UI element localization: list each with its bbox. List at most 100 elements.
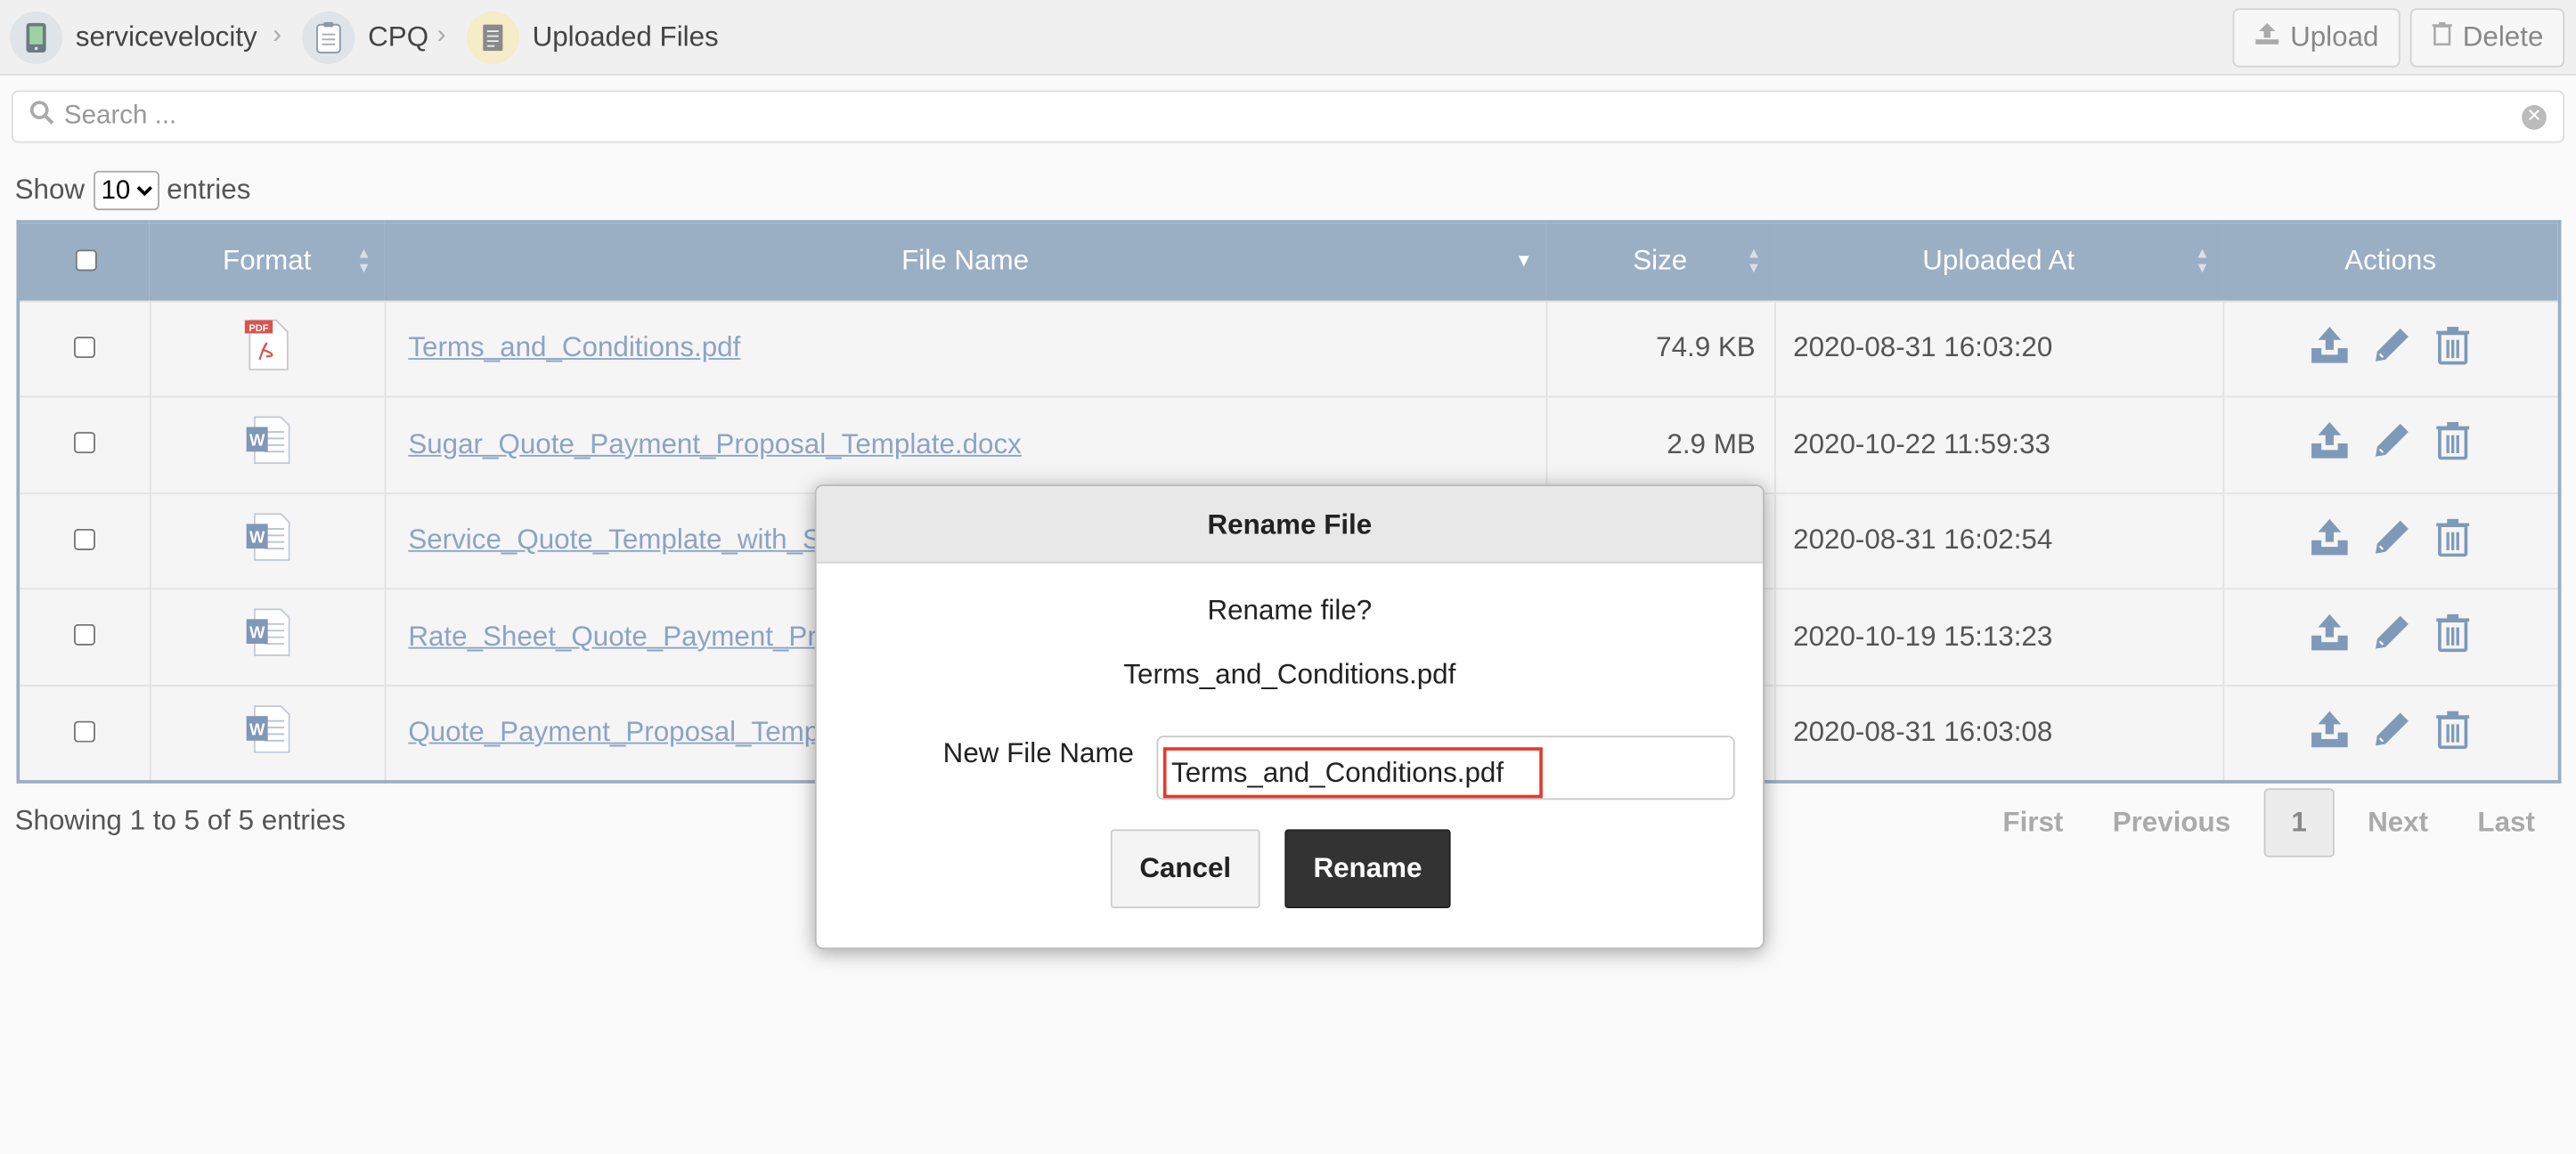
edit-pencil-icon[interactable] [2373,709,2412,748]
search-icon [29,101,54,134]
actions-cell [2222,685,2559,781]
edit-pencil-icon[interactable] [2373,613,2412,652]
app-shell: servicevelocity › CPQ › Uploaded Files U… [0,0,2576,1153]
uploaded-at: 2020-08-31 16:03:08 [1773,685,2224,782]
column-actions: Actions [2222,222,2559,301]
upload-button[interactable]: Upload [2232,8,2401,68]
top-bar: servicevelocity › CPQ › Uploaded Files U… [0,0,2576,76]
delete-label: Delete [2462,20,2544,53]
row-checkbox[interactable] [74,624,96,646]
actions-cell [2222,492,2559,589]
column-label: Format [223,245,312,277]
search-input[interactable]: Search ... [64,102,176,131]
sort-desc-icon: ▼ [1514,251,1533,272]
upload-icon[interactable] [2311,325,2350,364]
clipboard-icon [302,11,355,64]
edit-pencil-icon[interactable] [2373,517,2412,557]
column-size[interactable]: Size ▲ ▼ [1546,222,1774,301]
upload-icon[interactable] [2311,421,2350,460]
delete-trash-icon[interactable] [2435,613,2472,653]
rename-button[interactable]: Rename [1284,829,1451,908]
row-select-cell [18,589,151,686]
pagination: First Previous 1 Next Last [1978,788,2560,857]
page-previous[interactable]: Previous [2088,790,2255,856]
edit-pencil-icon[interactable] [2373,421,2412,460]
page-next[interactable]: Next [2343,790,2452,856]
breadcrumb-label: Uploaded Files [532,20,719,53]
page-first[interactable]: First [1978,790,2088,856]
row-select-cell [18,300,151,397]
format-cell: PDF [149,300,386,397]
upload-icon[interactable] [2311,709,2350,748]
svg-text:W: W [249,527,265,546]
table-row: W Sugar_Quote_Payment_Proposal_Template.d… [18,396,2560,493]
breadcrumb-label: servicevelocity [75,20,257,53]
page-last[interactable]: Last [2453,790,2560,856]
select-all-checkbox[interactable] [74,248,96,271]
upload-icon[interactable] [2311,517,2350,557]
dialog-question: Rename file? [1207,594,1373,626]
file-name-link[interactable]: Sugar_Quote_Payment_Proposal_Template.do… [408,428,1022,459]
row-select-cell [18,685,151,782]
format-cell: W [149,685,386,782]
search-field[interactable]: Search ... ✕ [11,90,2565,143]
page-current[interactable]: 1 [2263,788,2336,857]
breadcrumb-separator: › [273,20,281,50]
row-checkbox[interactable] [74,336,96,358]
column-format[interactable]: Format ▲ ▼ [150,222,385,301]
word-file-icon: W [239,512,295,571]
column-uploaded-at[interactable]: Uploaded At ▲ ▼ [1774,222,2223,301]
uploaded-at: 2020-08-31 16:02:54 [1773,492,2224,589]
file-name-cell: Terms_and_Conditions.pdf [384,300,1547,397]
uploaded-at: 2020-08-31 16:03:20 [1773,300,2224,397]
column-label: Uploaded At [1922,245,2075,277]
column-label: Size [1633,245,1688,277]
delete-trash-icon[interactable] [2435,517,2472,557]
row-select-cell [18,492,151,589]
breadcrumb-label: CPQ [368,20,429,53]
upload-icon [2254,21,2281,54]
new-file-name-label: New File Name [942,737,1135,769]
page-size-select[interactable]: 10 [93,170,159,211]
select-all-header [18,222,150,301]
word-file-icon: W [239,608,295,667]
file-name-link[interactable]: Service_Quote_Template_with_S [408,524,821,556]
delete-trash-icon[interactable] [2435,709,2472,749]
svg-text:PDF: PDF [249,322,268,333]
file-name-link[interactable]: Terms_and_Conditions.pdf [408,332,740,363]
show-label: Show [14,174,86,206]
uploaded-at: 2020-10-22 11:59:33 [1773,396,2224,493]
svg-text:W: W [249,431,265,450]
breadcrumb-item-servicevelocity[interactable]: servicevelocity [10,11,257,64]
delete-trash-icon[interactable] [2435,325,2472,364]
row-checkbox[interactable] [74,719,96,742]
cancel-button[interactable]: Cancel [1110,829,1260,908]
new-file-name-field-wrapper [1156,735,1735,800]
file-name-link[interactable]: Quote_Payment_Proposal_Temp [408,716,819,747]
document-icon [466,11,519,64]
actions-cell [2222,589,2559,685]
sort-icon: ▲ ▼ [2195,244,2210,276]
file-name-cell: Sugar_Quote_Payment_Proposal_Template.do… [384,396,1547,493]
sort-icon: ▲ ▼ [1746,244,1762,276]
column-label: File Name [901,245,1030,277]
table-row: PDF Terms_and_Conditions.pdf 74.9 KB 2020-0… [18,300,2560,397]
clear-search-icon[interactable]: ✕ [2522,105,2547,130]
breadcrumb-item-uploaded-files[interactable]: Uploaded Files [466,11,719,64]
row-checkbox[interactable] [74,432,96,454]
sort-icon: ▲ ▼ [356,244,371,276]
rename-file-dialog: Rename File Rename file? Terms_and_Condi… [814,484,1765,950]
delete-trash-icon[interactable] [2435,421,2472,460]
edit-pencil-icon[interactable] [2373,325,2412,364]
upload-icon[interactable] [2311,613,2350,652]
pdf-file-icon: PDF [239,319,295,379]
new-file-name-input[interactable] [1162,747,1543,799]
word-file-icon: W [239,417,295,475]
delete-button[interactable]: Delete [2409,8,2565,68]
breadcrumb-item-cpq[interactable]: CPQ [302,11,429,64]
file-name-link[interactable]: Rate_Sheet_Quote_Payment_Pro [408,621,832,652]
actions-cell [2222,301,2559,397]
row-checkbox[interactable] [74,528,96,550]
column-file-name[interactable]: File Name ▼ [385,222,1546,301]
trash-icon [2432,21,2453,54]
